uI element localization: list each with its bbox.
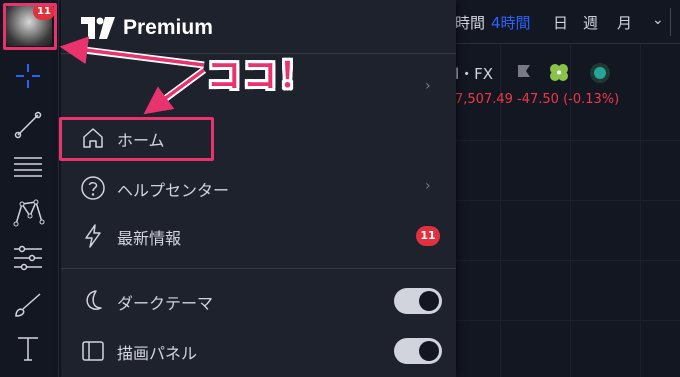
menu-item-drawing-panel-label: 描画パネル (117, 344, 198, 363)
brand-name: Premium (123, 16, 213, 39)
timeframe-week[interactable]: 週 (583, 12, 598, 33)
clover-icon[interactable] (547, 62, 571, 84)
panel-icon (82, 341, 104, 361)
help-icon (81, 176, 105, 200)
timeframe-4hour[interactable]: 4時間 (491, 12, 531, 33)
grid-line (455, 200, 680, 201)
menu-item-help-label: ヘルプセンター (117, 181, 230, 200)
toggle-knob (419, 291, 439, 311)
flag-icon[interactable] (514, 62, 534, 82)
pattern-icon (13, 199, 45, 227)
menu-item-dark-theme[interactable]: ダークテーマ (61, 277, 456, 325)
menu-item-dark-theme-label: ダークテーマ (117, 294, 214, 313)
timeframe-hour[interactable]: 時間 (455, 12, 485, 33)
home-highlight-box (59, 117, 214, 161)
tradingview-logo-icon (81, 17, 115, 39)
crosshair-tool[interactable] (10, 58, 46, 94)
crosshair-icon (16, 64, 40, 88)
menu-item-news[interactable]: 最新情報 11 (61, 212, 456, 260)
menu-item-news-label: 最新情報 (117, 229, 182, 248)
trend-line-icon (14, 111, 42, 139)
grid-line (455, 320, 680, 321)
fib-tool[interactable] (10, 150, 46, 186)
text-icon (18, 337, 38, 361)
grid-line (455, 260, 680, 261)
pattern-tool[interactable] (10, 194, 46, 230)
menu-item-help-center[interactable]: ヘルプセンター › (61, 164, 456, 212)
forecast-tool[interactable] (10, 240, 46, 276)
avatar-highlight-box (3, 3, 57, 50)
trend-line-tool[interactable] (10, 106, 46, 142)
grid-line (640, 44, 641, 377)
toggle-knob (419, 341, 439, 361)
timeframe-day[interactable]: 日 (553, 12, 568, 33)
fib-icon (14, 157, 42, 177)
brush-icon (15, 293, 41, 317)
divider (670, 8, 671, 36)
drawing-panel-toggle[interactable] (394, 338, 442, 364)
brush-tool[interactable] (10, 286, 46, 322)
news-count-badge: 11 (416, 226, 440, 246)
menu-item-drawing-panel[interactable]: 描画パネル (61, 327, 456, 375)
menu-divider (61, 268, 456, 269)
chevron-down-icon[interactable]: ⌄ (652, 12, 664, 28)
lightning-icon (85, 224, 101, 248)
menu-header: Premium (61, 0, 456, 54)
symbol-name: l・FX (455, 65, 494, 83)
dark-theme-toggle[interactable] (394, 288, 442, 314)
status-dot-icon (590, 63, 610, 83)
price-readout: 7,507.49 -47.50 (-0.13%) (455, 92, 620, 107)
callout-text: ココ！ (207, 56, 315, 96)
text-tool[interactable] (10, 330, 46, 366)
brand-logo[interactable]: Premium (81, 15, 213, 41)
moon-icon (86, 290, 102, 310)
left-toolbar: 11 (0, 0, 59, 377)
chevron-right-icon: › (425, 178, 431, 194)
app-root: 時間 4時間 日 週 月 ⌄ l・FX 7,507.49 -47.50 (-0.… (0, 0, 680, 377)
forecast-icon (14, 245, 42, 271)
grid-line (455, 140, 680, 141)
timeframe-month[interactable]: 月 (617, 12, 632, 33)
chevron-right-icon: › (425, 78, 431, 94)
